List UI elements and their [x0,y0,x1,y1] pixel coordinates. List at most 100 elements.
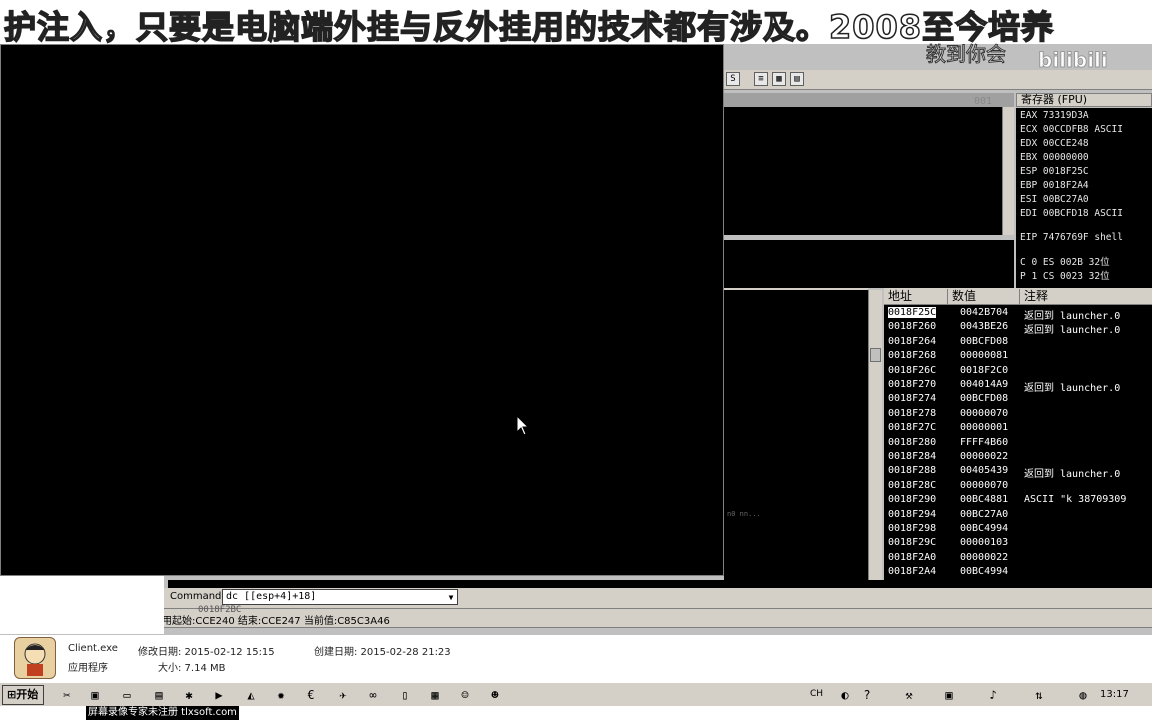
stack-row[interactable]: 0018F27C 00000001 [884,422,1152,436]
stack-row[interactable]: 0018F278 00000070 [884,408,1152,422]
tray-icon-3[interactable]: ▣ [940,687,958,703]
register-eip[interactable]: EIP 7476769F shell [1020,232,1123,245]
stack-scrollbar[interactable] [868,290,882,582]
stack-row[interactable]: 0018F260 0043BE26 返回到 launcher.0 [884,321,1152,336]
folder-icon[interactable]: ▤ [150,687,168,703]
stack-row[interactable]: 0018F26C 0018F2C0 [884,365,1152,379]
stack-value: 004014A9 [960,379,1009,390]
stack-row[interactable]: 0018F284 00000022 [884,451,1152,465]
user-icon[interactable]: ☺ [456,687,474,703]
chart-icon[interactable]: ◭ [242,687,260,703]
toolbar-button-s[interactable]: S [726,72,740,86]
game-client-window[interactable] [0,44,724,576]
col-address[interactable]: 地址 [884,289,948,304]
page-icon[interactable]: ▯ [396,687,414,703]
disasm-scrollbar[interactable] [1002,107,1014,235]
stack-value: 00BC4994 [960,523,1009,534]
link-icon[interactable]: ∞ [364,687,382,703]
taskbar: ⊞开始 ✂ ▣ ▭ ▤ ✱ ▶ ◭ ✹ € ✈ ∞ ▯ ▦ ☺ ☻ CH ◐ ?… [0,682,1152,706]
stack-value: FFFF4B60 [960,436,1009,448]
command-label: Command : [170,591,228,602]
register-esp[interactable]: ESP 0018F25C [1020,166,1089,179]
volume-icon[interactable]: ♪ [984,687,1002,703]
stack-row[interactable]: 0018F28C 00000070 [884,480,1152,494]
bug-icon[interactable]: ✹ [272,687,290,703]
register-eax[interactable]: EAX 73319D3A [1020,110,1089,123]
stack-scroll-thumb[interactable] [870,348,881,362]
stack-row[interactable]: 0018F294 00BC27A0 [884,509,1152,523]
stack-comment: 返回到 launcher.0 [1024,311,1121,322]
media-icon[interactable]: ▶ [210,687,228,703]
app-icon[interactable]: ▣ [86,687,104,703]
registers-pane[interactable]: EAX 73319D3A ECX 00CCDFB8 ASCII EDX 00CC… [1016,108,1152,288]
stack-address: 0018F298 [888,523,937,534]
stack-row[interactable]: 0018F280 FFFF4B60 [884,437,1152,451]
tool-icon[interactable]: ✂ [58,687,76,703]
stack-row[interactable]: 0018F290 00BC4881 ASCII "k 38709309 [884,494,1152,508]
help-icon[interactable]: ? [858,687,876,703]
stack-row[interactable]: 0018F298 00BC4994 [884,523,1152,537]
clock[interactable]: 13:17 [1100,689,1129,700]
register-esi[interactable]: ESI 00BC27A0 [1020,194,1089,207]
stack-address: 0018F29C [888,537,937,549]
register-ebp[interactable]: EBP 0018F2A4 [1020,180,1089,193]
language-indicator[interactable]: CH [810,689,823,699]
flag-c[interactable]: C 0 ES 002B 32位 [1020,254,1110,268]
euro-icon[interactable]: € [302,687,320,703]
stack-value: 00000070 [960,479,1009,491]
plane-icon[interactable]: ✈ [334,687,352,703]
disassembly-pane[interactable] [724,107,1002,235]
stack-value: 00BC4994 [960,566,1009,578]
stack-row[interactable]: 0018F274 00BCFD08 [884,393,1152,407]
command-value: dc [[esp+4]+18] [226,591,317,602]
network-icon[interactable]: ⇅ [1030,687,1048,703]
debugger-icon[interactable]: ✱ [180,687,198,703]
stack-row[interactable]: 0018F25C 0042B704 返回到 launcher.0 [884,307,1152,322]
stack-comment: 返回到 launcher.0 [1024,469,1121,481]
stack-address: 0018F280 [888,436,937,448]
tray-icon-4[interactable]: ◍ [1074,687,1092,703]
disasm-header [724,93,1014,107]
stack-address: 0018F2A0 [888,551,937,563]
stack-row[interactable]: 0018F268 00000081 [884,350,1152,364]
flag-p[interactable]: P 1 CS 0023 32位 [1020,268,1110,282]
register-edx[interactable]: EDX 00CCE248 [1020,138,1089,151]
stack-address: 0018F264 [888,335,937,347]
stack-row[interactable]: 0018F270 004014A9 返回到 launcher.0 [884,379,1152,394]
stack-row[interactable]: 0018F2A0 00000022 [884,552,1152,566]
tray-icon-2[interactable]: ⚒ [900,687,918,703]
col-value[interactable]: 数值 [948,289,1020,304]
user2-icon[interactable]: ☻ [486,687,504,703]
stack-header: 地址 数值 注释 [884,288,1152,305]
stack-address: 0018F268 [888,350,937,362]
stack-value: 00405439 [960,465,1009,477]
tray-icon-1[interactable]: ◐ [836,687,854,703]
grid-icon[interactable]: ▦ [426,687,444,703]
stack-row[interactable]: 0018F29C 00000103 [884,537,1152,551]
col-comment[interactable]: 注释 [1020,289,1152,304]
register-edi[interactable]: EDI 00BCFD18 ASCII [1020,208,1123,221]
banner-text: 护注入，只要是电脑端外挂与反外挂用的技术都有涉及。2008至今培养 [3,7,1055,47]
file-size: 大小: 7.14 MB [158,663,226,674]
stack-value: 00BCFD08 [960,393,1009,405]
start-button[interactable]: ⊞开始 [2,685,44,705]
file-name: Client.exe [68,643,118,654]
stack-row[interactable]: 0018F2A4 00BC4994 [884,566,1152,580]
stack-address: 0018F270 [888,379,937,390]
toolbar-button-list[interactable]: ≡ [754,72,768,86]
register-ecx[interactable]: ECX 00CCDFB8 ASCII [1020,124,1123,137]
toolbar-button-table[interactable]: ▤ [790,72,804,86]
stack-row[interactable]: 0018F288 00405439 返回到 launcher.0 [884,465,1152,481]
memory-dump-pane[interactable] [724,290,868,582]
stack-address: 0018F284 [888,451,937,462]
stack-row[interactable]: 0018F264 00BCFD08 [884,336,1152,350]
doc-icon[interactable]: ▭ [118,687,136,703]
chevron-down-icon[interactable]: ▼ [443,591,459,605]
command-input[interactable]: dc [[esp+4]+18] ▼ [222,589,458,605]
stack-value: 00000022 [960,451,1009,462]
file-type: 应用程序 [68,663,108,674]
stack-pane[interactable]: 0018F25C 0042B704 返回到 launcher.0 0018F260 00… [884,305,1152,582]
register-ebx[interactable]: EBX 00000000 [1020,152,1089,165]
toolbar-button-grid[interactable]: ▦ [772,72,786,86]
blank-panel [0,576,164,634]
